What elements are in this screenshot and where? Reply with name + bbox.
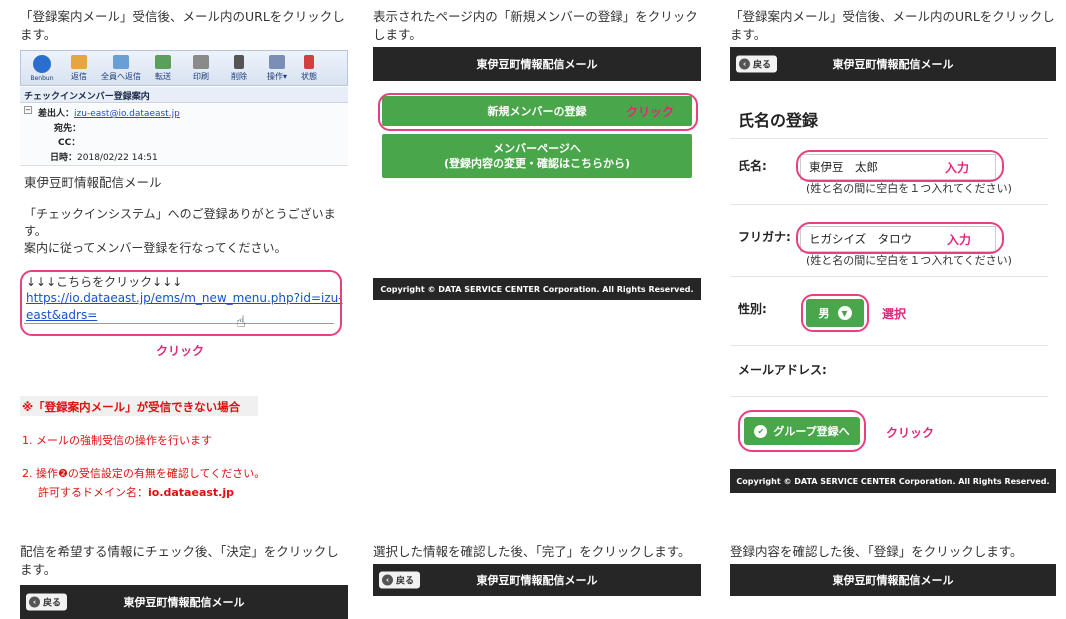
- click-annotation-3: クリック: [886, 426, 935, 440]
- note-3: 許可するドメイン名：io.dataeast.jp: [38, 486, 234, 499]
- click-annotation-1: クリック: [156, 344, 205, 358]
- site-header: ‹ 戻る 東伊豆町情報配信メール: [373, 564, 701, 596]
- kana-hint: (姓と名の間に空白を１つ入れてください): [806, 254, 1012, 267]
- warning-title: ※「登録案内メール」が受信できない場合: [20, 396, 258, 416]
- back-icon: ‹: [739, 58, 750, 70]
- print-button[interactable]: 印刷: [183, 53, 219, 83]
- action-button[interactable]: 操作▾: [259, 53, 295, 83]
- flag-icon: [304, 54, 314, 69]
- name-label: 氏名:: [738, 159, 767, 173]
- select-annotation: 選択: [882, 307, 907, 321]
- reply-button[interactable]: 返信: [61, 53, 97, 83]
- mail-body-title: 東伊豆町情報配信メール: [24, 175, 162, 190]
- site-header: ‹ 戻る 東伊豆町情報配信メール: [730, 47, 1056, 81]
- site-header: 東伊豆町情報配信メール: [373, 47, 701, 81]
- section-title: 氏名の登録: [738, 111, 819, 130]
- mail-toolbar: Benbun 返信 全員へ返信 転送 印刷 削除 操作▾ 状態: [20, 50, 348, 86]
- back-button[interactable]: ‹ 戻る: [379, 571, 421, 589]
- copyright-footer: Copyright © DATA SERVICE CENTER Corporat…: [730, 469, 1056, 493]
- reply-all-button[interactable]: 全員へ返信: [99, 53, 143, 83]
- divider: [730, 276, 1048, 277]
- divider: [730, 345, 1048, 346]
- note-2: 2. 操作❷の受信設定の有無を確認してください。: [22, 467, 266, 480]
- gender-label: 性別:: [738, 302, 767, 316]
- forward-icon: [155, 54, 171, 69]
- site-header: ‹ 戻る 東伊豆町情報配信メール: [20, 585, 348, 619]
- status-button[interactable]: 状態: [297, 53, 321, 83]
- step1-caption: 「登録案内メール」受信後、メール内のURLをクリックし ます。: [20, 9, 345, 42]
- member-page-button[interactable]: メンバーページへ (登録内容の変更・確認はこちらから): [382, 134, 692, 178]
- divider: [730, 396, 1048, 397]
- back-button[interactable]: ‹ 戻る: [26, 593, 68, 611]
- highlight-new-member: [378, 93, 698, 131]
- collapse-icon[interactable]: −: [24, 106, 32, 114]
- step6-caption: 登録内容を確認した後、「登録」をクリックします。: [730, 544, 1023, 559]
- mail-subject: チェックインメンバー登録案内: [20, 87, 348, 103]
- divider: [730, 138, 1048, 139]
- back-button[interactable]: ‹ 戻る: [736, 55, 778, 73]
- mail-date: 2018/02/22 14:51: [77, 153, 158, 163]
- step5-caption: 選択した情報を確認した後、「完了」をクリックします。: [373, 544, 691, 559]
- to-label: 宛先：: [54, 124, 82, 134]
- reply-icon: [71, 54, 87, 69]
- step2-caption: 表示されたページ内の「新規メンバーの登録」をクリック します。: [373, 9, 698, 42]
- copyright-footer: Copyright © DATA SERVICE CENTER Corporat…: [373, 278, 701, 300]
- highlight-link: [20, 270, 342, 336]
- forward-button[interactable]: 転送: [145, 53, 181, 83]
- reply-all-icon: [113, 54, 129, 69]
- kana-label: フリガナ:: [738, 230, 791, 244]
- note-1: 1. メールの強制受信の操作を行います: [22, 434, 212, 447]
- delete-button[interactable]: 削除: [221, 53, 257, 83]
- name-hint: (姓と名の間に空白を１つ入れてください): [806, 182, 1012, 195]
- step4-caption: 配信を希望する情報にチェック後、「決定」をクリックし ます。: [20, 544, 339, 577]
- benbun-logo: Benbun: [25, 53, 59, 83]
- cc-label: CC：: [58, 138, 81, 148]
- print-icon: [193, 54, 209, 69]
- highlight-gender: [801, 294, 869, 332]
- highlight-kana: [796, 222, 1004, 254]
- action-icon: [269, 54, 285, 69]
- highlight-name: [796, 150, 1004, 182]
- highlight-group: [738, 410, 866, 452]
- mail-body-text: 「チェックインシステム」へのご登録ありがとうございま す。 案内に従ってメンバー…: [24, 207, 336, 255]
- site-header: 東伊豆町情報配信メール: [730, 564, 1056, 596]
- step3-caption: 「登録案内メール」受信後、メール内のURLをクリックし ます。: [730, 9, 1055, 42]
- email-label: メールアドレス:: [738, 363, 827, 377]
- back-icon: ‹: [382, 574, 393, 586]
- trash-icon: [234, 54, 244, 69]
- divider: [730, 204, 1048, 205]
- mail-header: − 差出人：izu-east@io.dataeast.jp 宛先： CC： 日時…: [20, 104, 348, 166]
- from-address-link[interactable]: izu-east@io.dataeast.jp: [74, 109, 180, 119]
- back-icon: ‹: [29, 596, 40, 608]
